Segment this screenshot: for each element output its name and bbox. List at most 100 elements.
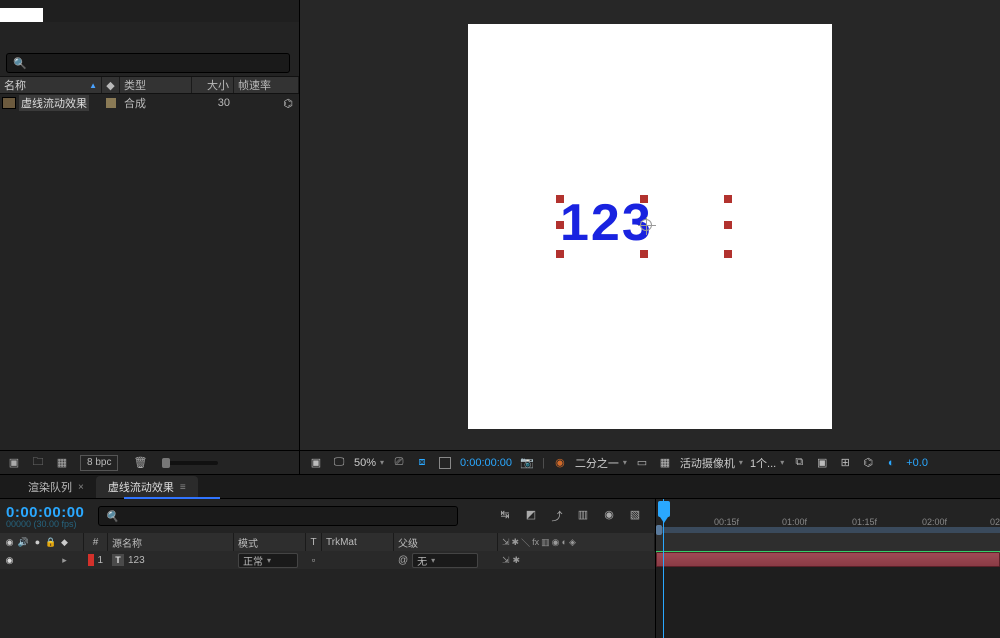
timeline-icon[interactable]: ⊞ [837,456,853,470]
pixel-aspect-icon[interactable]: ⧉ [791,456,807,470]
frame-blend-icon[interactable]: ▥ [575,508,591,524]
viewer-footer: ▣ 🖵 50%▾ ⎚ ⧈ 0:00:00:00 📷 | ◉ 二分之一▾ ▭ ▦ … [300,450,1000,474]
timeline-column-header: ◉ 🔊 ● 🔒 ◆ # 源名称 模式 T TrkMat 父级 ⇲ ✱ [0,533,655,551]
layer-collapse-switch[interactable]: ✱ [513,555,521,566]
selected-text-layer[interactable]: 123 [560,199,728,254]
draft3d-icon[interactable]: ◩ [523,508,539,524]
shy-switch-icon[interactable]: ⇲ [502,537,510,548]
flowchart-icon[interactable]: ⌬ [234,97,299,110]
project-item-row[interactable]: 虚线流动效果 合成 30 ⌬ [0,94,299,112]
zoom-dropdown[interactable]: 50%▾ [354,457,384,469]
project-footer: ▣ 🗀 ▦ 8 bpc 🗑 [0,450,299,474]
selection-handle[interactable] [724,221,732,229]
time-ruler[interactable]: 00:15f 01:00f 01:15f 02:00f 02 [656,499,1000,533]
selection-handle[interactable] [724,195,732,203]
layer-name[interactable]: 123 [128,555,145,566]
new-folder-icon[interactable]: 🗀 [30,456,46,470]
exposure-value[interactable]: +0.0 [906,457,928,469]
work-area-start-handle[interactable] [656,525,662,535]
flowchart-icon[interactable]: ⌬ [860,456,876,470]
channel-icon[interactable]: ◉ [552,456,568,470]
timeline-layer-row[interactable]: ◉ ▸ 1 T 123 正常▾ [0,551,655,569]
timeline-tab-strip: 渲染队列× 虚线流动效果≡ [0,475,1000,499]
layer-label-color[interactable] [88,554,94,566]
interpret-footage-icon[interactable]: ▣ [6,456,22,470]
selection-handle[interactable] [556,250,564,258]
comp-mini-flowchart-icon[interactable]: ↹ [497,508,513,524]
toggle-alpha-icon[interactable]: ▣ [308,456,324,470]
motionblur-switch-icon[interactable]: ◉ [552,537,560,548]
composition-viewer-panel: 123 ▣ 🖵 50%▾ ⎚ [300,0,1000,474]
selection-handle[interactable] [724,250,732,258]
composition-icon [2,97,16,109]
fx-switch-icon[interactable]: fx [532,537,539,547]
text-layer-icon: T [112,554,124,566]
layer-track[interactable] [656,551,1000,569]
cti-line[interactable] [663,499,664,638]
fast-preview-icon[interactable]: ▣ [814,456,830,470]
cti-playhead[interactable] [658,501,670,517]
resolution-dropdown[interactable]: 二分之一▾ [575,455,627,471]
3d-switch-icon[interactable]: ◈ [569,537,576,548]
tab-composition[interactable]: 虚线流动效果≡ [96,476,198,498]
project-bpc-button[interactable]: 8 bpc [80,455,118,471]
project-panel: 🔍 名称▲ ◆ 类型 大小 帧速率 虚线流动效果 合成 30 ⌬ ▣ [0,0,300,474]
timeline-search-input[interactable]: 🔍 [98,506,458,526]
composition-canvas[interactable]: 123 [468,24,832,429]
trash-icon[interactable]: 🗑 [132,456,148,470]
reset-exposure-icon[interactable]: ◐ [883,456,899,470]
anchor-point-icon[interactable] [640,219,652,231]
motion-blur-icon[interactable]: ◉ [601,508,617,524]
adjustment-switch-icon[interactable]: ◐ [562,537,567,547]
timeline-current-time[interactable]: 0:00:00:00 [6,504,84,521]
sort-asc-icon: ▲ [89,81,97,90]
current-time-display[interactable]: 0:00:00:00 [460,457,512,469]
tab-render-queue[interactable]: 渲染队列× [16,476,96,498]
safezone-icon[interactable]: ⧈ [414,456,430,470]
blend-mode-dropdown[interactable]: 正常▾ [238,553,298,568]
camera-dropdown[interactable]: 活动摄像机▾ [680,455,743,471]
timeline-track-area[interactable]: 00:15f 01:00f 01:15f 02:00f 02 [656,499,1000,638]
active-panel-tab[interactable] [0,8,43,22]
layer-duration-bar[interactable] [656,552,1000,567]
timeline-frame-info: 00000 (30.00 fps) [6,519,84,529]
close-tab-icon[interactable]: × [78,482,84,493]
monitor-icon[interactable]: 🖵 [331,456,347,470]
label-color-swatch[interactable] [106,98,116,108]
layer-shy-switch[interactable]: ⇲ [502,555,510,566]
lock-column-icon[interactable]: 🔒 [46,537,56,548]
pickwhip-icon[interactable]: @ [398,555,408,566]
selection-handle[interactable] [640,250,648,258]
fullres-icon[interactable]: ⎚ [391,456,407,470]
visibility-toggle-icon[interactable]: ◉ [4,555,15,566]
work-area-bar[interactable] [656,527,1000,533]
views-dropdown[interactable]: 1个...▾ [750,455,784,471]
selection-handle[interactable] [556,195,564,203]
preserve-transparency-toggle[interactable]: ▫ [310,555,317,566]
tab-menu-icon[interactable]: ≡ [180,482,186,493]
snapshot-icon[interactable]: 📷 [519,456,535,470]
parent-dropdown[interactable]: 无▾ [412,553,478,568]
thumbnail-size-slider[interactable] [162,461,218,465]
roi-icon[interactable]: ▭ [634,456,650,470]
transparency-grid-icon[interactable]: ▦ [657,456,673,470]
timeline-panel: 渲染队列× 虚线流动效果≡ 0:00:00:00 00000 (30.00 fp… [0,475,1000,638]
selection-handle[interactable] [556,221,564,229]
label-column-icon[interactable]: ◆ [102,77,120,93]
solo-column-icon[interactable]: ● [32,537,43,548]
mask-icon[interactable] [437,456,453,470]
audio-column-icon[interactable]: 🔊 [18,537,29,548]
selection-handle[interactable] [640,195,648,203]
new-comp-icon[interactable]: ▦ [54,456,70,470]
search-icon: 🔍 [13,57,27,70]
graph-editor-icon[interactable]: ▧ [627,508,643,524]
twirl-icon[interactable]: ▸ [59,555,70,566]
video-column-icon[interactable]: ◉ [4,537,15,548]
shy-icon[interactable]: ⤴ [549,508,565,524]
project-search-input[interactable]: 🔍 [6,53,290,73]
label-column-icon[interactable]: ◆ [59,537,70,548]
frameblend-switch-icon[interactable]: ▥ [541,537,550,548]
search-icon: 🔍 [105,510,119,523]
collapse-switch-icon[interactable]: ✱ [512,537,520,548]
project-column-header[interactable]: 名称▲ ◆ 类型 大小 帧速率 [0,76,299,94]
